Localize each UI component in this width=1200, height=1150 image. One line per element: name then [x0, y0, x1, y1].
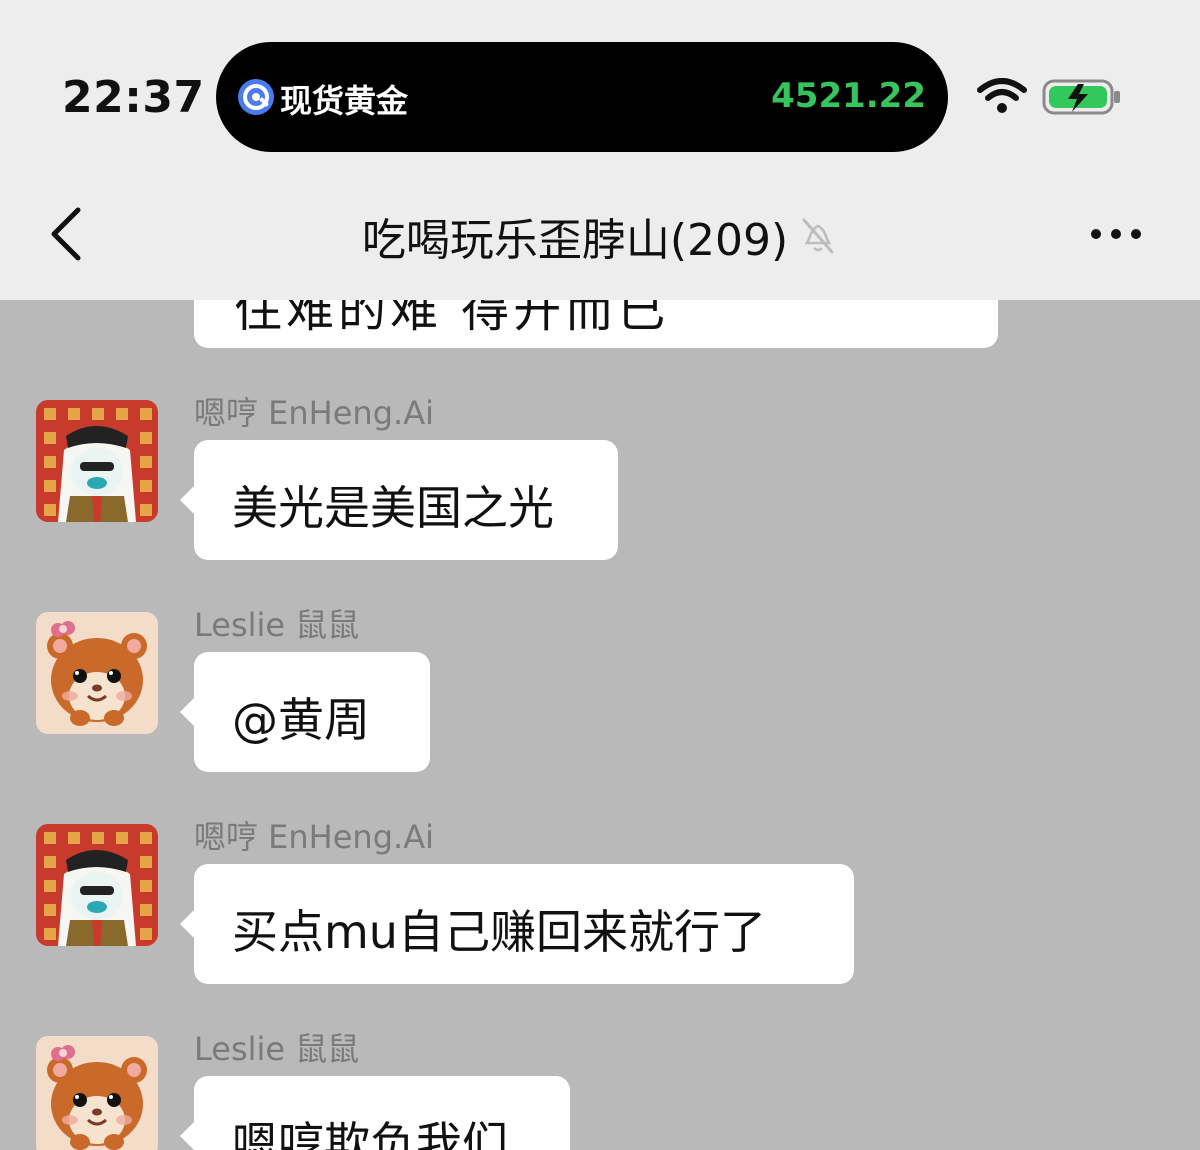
sender-avatar[interactable]	[36, 1036, 158, 1150]
message-text-partial: 住难的难 得开而已	[234, 300, 670, 338]
chat-title-container[interactable]: 吃喝玩乐歪脖山(209)	[0, 204, 1200, 268]
sender-avatar[interactable]	[36, 400, 158, 522]
chat-header: 22:37 现货黄金 4521.22 吃喝玩乐歪脖山(209)	[0, 0, 1200, 300]
message-bubble-partial[interactable]: 住难的难 得开而已	[194, 300, 998, 348]
arab-duck-avatar-icon	[36, 400, 158, 522]
sender-name: 嗯哼 EnHeng.Ai	[194, 818, 434, 856]
sender-name: Leslie 鼠鼠	[194, 1030, 360, 1068]
mute-bell-icon	[802, 218, 834, 254]
message-bubble[interactable]: @黄周	[180, 652, 430, 772]
sender-name: 嗯哼 EnHeng.Ai	[194, 394, 434, 432]
sender-avatar[interactable]	[36, 824, 158, 946]
message-bubble[interactable]: 买点mu自己赚回来就行了	[180, 864, 854, 984]
message-bubble[interactable]: 美光是美国之光	[180, 440, 618, 560]
message-text: 美光是美国之光	[232, 481, 554, 535]
status-time: 22:37	[62, 72, 205, 123]
chat-messages[interactable]: 住难的难 得开而已 嗯哼 EnHeng.Ai 美光是美国之光 Leslie 鼠鼠…	[0, 300, 1200, 1150]
battery-charging-icon	[1042, 79, 1120, 115]
message-bubble[interactable]: 嗯哼欺负我们	[180, 1076, 570, 1150]
more-icon[interactable]	[1086, 218, 1146, 250]
arab-duck-avatar-icon	[36, 824, 158, 946]
sender-avatar[interactable]	[36, 612, 158, 734]
hamster-avatar-icon	[36, 612, 158, 734]
message-text: 嗯哼欺负我们	[232, 1117, 508, 1150]
sender-name: Leslie 鼠鼠	[194, 606, 360, 644]
gold-price-label: 现货黄金	[280, 82, 409, 120]
wifi-icon	[977, 78, 1027, 113]
message-text: @黄周	[232, 693, 370, 747]
chat-title: 吃喝玩乐歪脖山(209)	[361, 215, 789, 266]
gold-price-icon	[238, 79, 274, 115]
hamster-avatar-icon	[36, 1036, 158, 1150]
message-text: 买点mu自己赚回来就行了	[232, 905, 766, 959]
gold-price-value: 4521.22	[771, 76, 926, 116]
